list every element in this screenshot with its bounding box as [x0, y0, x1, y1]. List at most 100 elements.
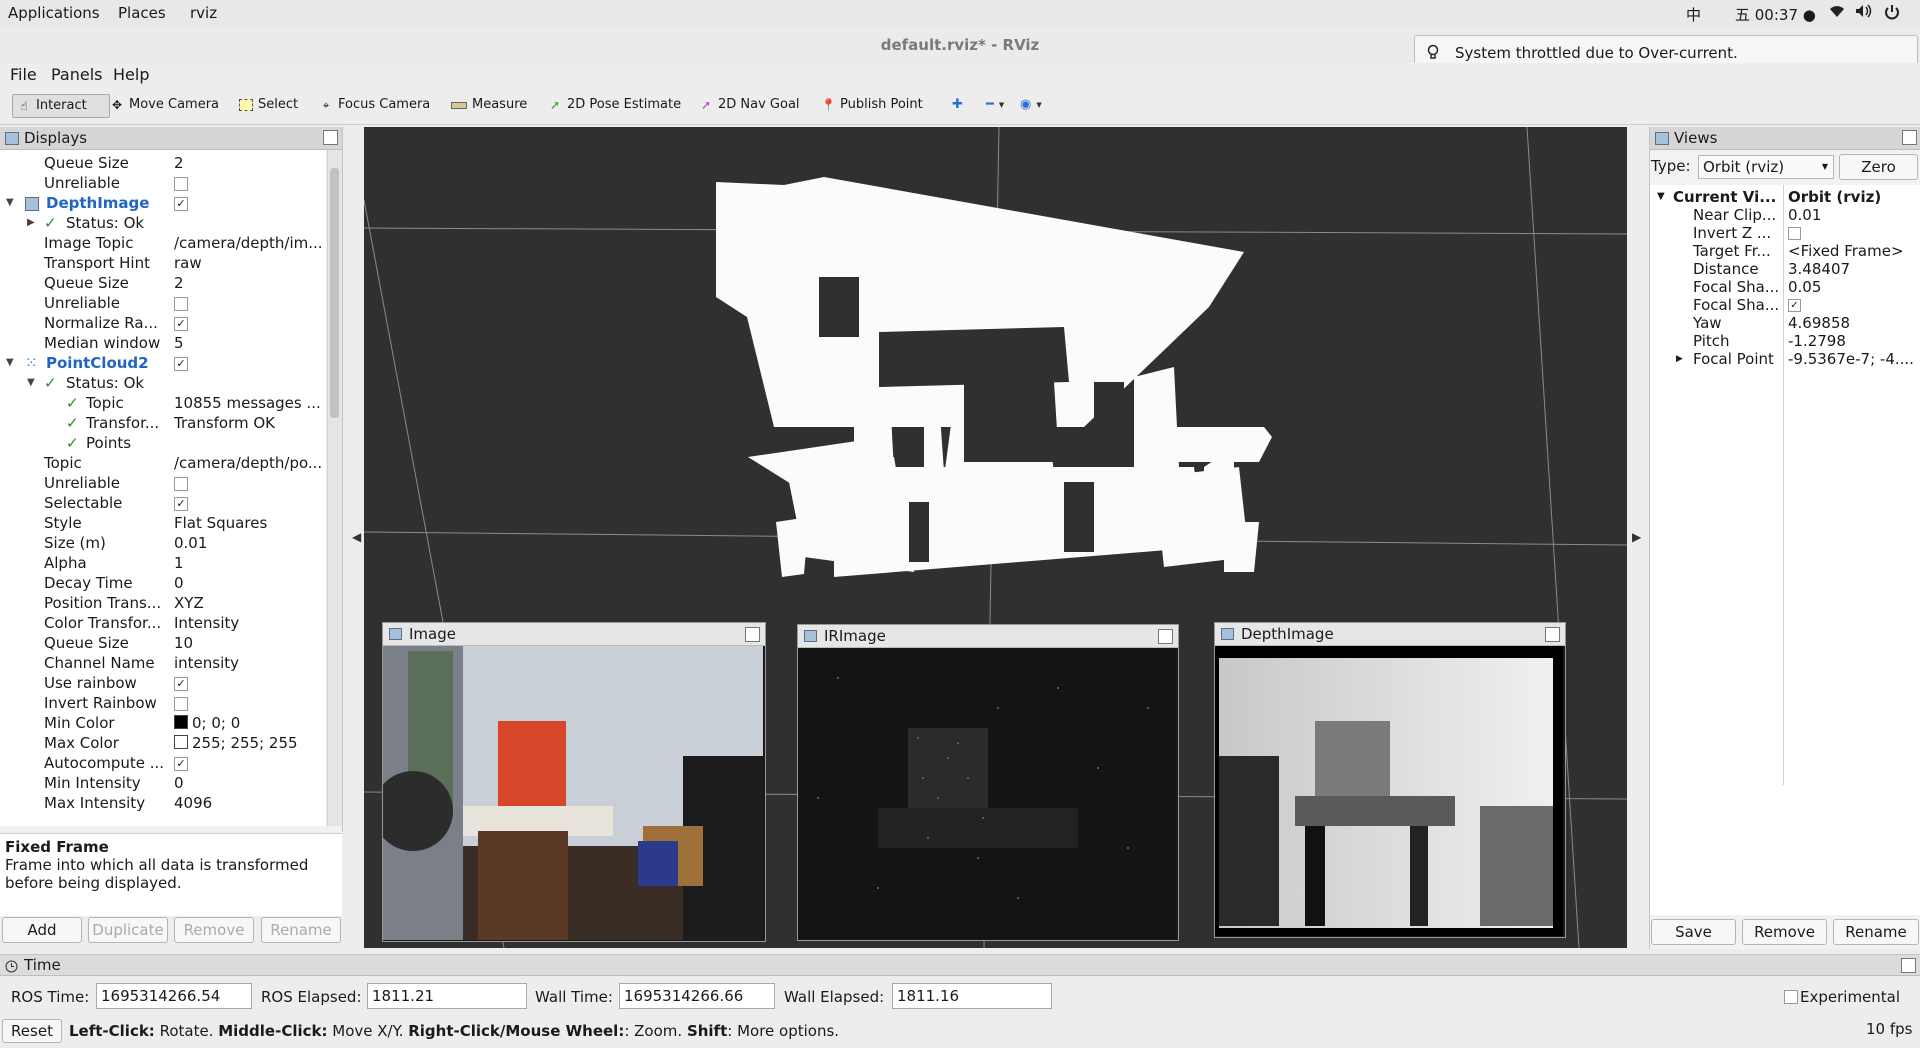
rename-display-button[interactable]: Rename	[261, 917, 341, 943]
focal-shape-checkbox[interactable]: ✓	[1788, 299, 1801, 312]
image-subwindow[interactable]: Image	[382, 622, 766, 942]
tree-row[interactable]: ▶ ✓ Status: Ok	[0, 213, 326, 233]
tree-row[interactable]: Pitch -1.2798	[1650, 332, 1920, 350]
tree-row[interactable]: ✓ Points	[0, 433, 326, 453]
tree-row[interactable]: Unreliable	[0, 473, 326, 493]
volume-icon[interactable]	[1855, 4, 1873, 22]
tree-row[interactable]: Normalize Ra... ✓	[0, 313, 326, 333]
tree-row[interactable]: Near Clip... 0.01	[1650, 206, 1920, 224]
rviz-app-menu[interactable]: rviz	[190, 4, 217, 22]
tree-row[interactable]: Max Intensity 4096	[0, 793, 326, 813]
tree-row[interactable]: ▶ Focal Point -9.5367e-7; -4....	[1650, 350, 1920, 368]
collapse-left-arrow-icon[interactable]: ◀	[352, 530, 361, 544]
reset-button[interactable]: Reset	[2, 1019, 62, 1043]
move-camera-tool[interactable]: ✥ Move Camera	[106, 94, 223, 116]
rename-view-button[interactable]: Rename	[1833, 919, 1919, 945]
tree-row[interactable]: Invert Z ...	[1650, 224, 1920, 242]
depthimage-subwindow[interactable]: DepthImage	[1214, 622, 1566, 938]
subwindow-checkbox[interactable]	[1158, 629, 1173, 644]
nav-goal-tool[interactable]: ➚ 2D Nav Goal	[695, 94, 804, 116]
tree-row[interactable]: Distance 3.48407	[1650, 260, 1920, 278]
tree-row[interactable]: ✓ Transfor... Transform OK	[0, 413, 326, 433]
tree-row[interactable]: Unreliable	[0, 173, 326, 193]
wifi-icon[interactable]	[1829, 4, 1845, 22]
collapse-arrow-icon[interactable]: ▼	[6, 353, 14, 373]
tree-row[interactable]: Unreliable	[0, 293, 326, 313]
normalize-range-checkbox[interactable]: ✓	[174, 317, 188, 331]
tree-row[interactable]: Color Transfor... Intensity	[0, 613, 326, 633]
wall-elapsed-field[interactable]: 1811.16	[892, 983, 1052, 1009]
remove-view-button[interactable]: Remove	[1742, 919, 1827, 945]
collapse-arrow-icon[interactable]: ▼	[1657, 188, 1665, 206]
collapse-arrow-icon[interactable]: ▼	[6, 193, 14, 213]
remove-display-button[interactable]: Remove	[174, 917, 254, 943]
tree-row[interactable]: Size (m) 0.01	[0, 533, 326, 553]
experimental-checkbox[interactable]	[1784, 990, 1798, 1004]
add-tool-button[interactable]: ✚	[948, 94, 967, 116]
invert-rainbow-checkbox[interactable]	[174, 697, 188, 711]
collapse-right-arrow-icon[interactable]: ▶	[1632, 530, 1641, 544]
save-view-button[interactable]: Save	[1651, 919, 1736, 945]
tree-row[interactable]: Channel Name intensity	[0, 653, 326, 673]
tree-row[interactable]: Min Color 0; 0; 0	[0, 713, 326, 733]
tree-row[interactable]: Yaw 4.69858	[1650, 314, 1920, 332]
places-menu[interactable]: Places	[118, 4, 166, 22]
irimage-subwindow[interactable]: IRImage	[797, 624, 1179, 941]
pose-estimate-tool[interactable]: ➚ 2D Pose Estimate	[544, 94, 685, 116]
selectable-checkbox[interactable]: ✓	[174, 497, 188, 511]
menu-help[interactable]: Help	[113, 65, 149, 84]
scrollbar-thumb[interactable]	[330, 168, 339, 418]
tree-row[interactable]: Focal Sha... ✓	[1650, 296, 1920, 314]
tree-row[interactable]: Target Fr... <Fixed Frame>	[1650, 242, 1920, 260]
panel-undock-checkbox[interactable]	[1901, 958, 1916, 973]
current-view-row[interactable]: ▼ Current Vi... Orbit (rviz)	[1650, 188, 1920, 206]
subwindow-checkbox[interactable]	[745, 627, 760, 642]
measure-tool[interactable]: Measure	[447, 94, 531, 116]
tree-row[interactable]: Queue Size 2	[0, 273, 326, 293]
use-rainbow-checkbox[interactable]: ✓	[174, 677, 188, 691]
collapse-arrow-icon[interactable]: ▼	[27, 373, 35, 393]
depthimage-enabled-checkbox[interactable]: ✓	[174, 197, 188, 211]
invert-z-checkbox[interactable]	[1788, 227, 1801, 240]
subwindow-checkbox[interactable]	[1545, 627, 1560, 642]
wall-time-field[interactable]: 1695314266.66	[619, 983, 775, 1009]
tree-row[interactable]: Autocompute ... ✓	[0, 753, 326, 773]
tree-row[interactable]: ▼ ✓ Status: Ok	[0, 373, 326, 393]
menu-panels[interactable]: Panels	[51, 65, 103, 84]
ros-elapsed-field[interactable]: 1811.21	[367, 983, 527, 1009]
tree-row[interactable]: Position Trans... XYZ	[0, 593, 326, 613]
panel-undock-checkbox[interactable]	[323, 130, 338, 145]
display-pointcloud2[interactable]: ▼ ⁙ PointCloud2 ✓	[0, 353, 326, 373]
tree-row[interactable]: Alpha 1	[0, 553, 326, 573]
tree-row[interactable]: Image Topic/camera/depth/im...	[0, 233, 326, 253]
view-type-select[interactable]: Orbit (rviz) ▼	[1698, 155, 1834, 179]
tree-row[interactable]: Use rainbow ✓	[0, 673, 326, 693]
displays-scrollbar[interactable]	[327, 150, 342, 826]
applications-menu[interactable]: Applications	[8, 4, 100, 22]
add-display-button[interactable]: Add	[2, 917, 82, 943]
power-icon[interactable]	[1884, 4, 1900, 24]
tree-row[interactable]: Max Color 255; 255; 255	[0, 733, 326, 753]
tool-properties-button[interactable]: ◉ ▼	[1016, 94, 1046, 116]
tree-row[interactable]: Invert Rainbow	[0, 693, 326, 713]
tree-row[interactable]: Focal Sha... 0.05	[1650, 278, 1920, 296]
pointcloud2-enabled-checkbox[interactable]: ✓	[174, 357, 188, 371]
focus-camera-tool[interactable]: ⌖ Focus Camera	[315, 94, 434, 116]
unreliable-checkbox[interactable]	[174, 297, 188, 311]
tree-row[interactable]: Selectable ✓	[0, 493, 326, 513]
expand-arrow-icon[interactable]: ▶	[1676, 350, 1683, 368]
remove-tool-button[interactable]: ━ ▼	[982, 94, 1008, 116]
clock[interactable]: 五 00:37 ●	[1735, 4, 1816, 25]
render-viewport[interactable]: Image IRImage DepthImage	[364, 127, 1627, 948]
tree-row[interactable]: Transport Hint raw	[0, 253, 326, 273]
tree-row[interactable]: Decay Time 0	[0, 573, 326, 593]
unreliable-checkbox[interactable]	[174, 477, 188, 491]
interact-tool[interactable]: ☝ Interact	[12, 94, 110, 118]
menu-file[interactable]: File	[10, 65, 37, 84]
unreliable-checkbox[interactable]	[174, 177, 188, 191]
zero-button[interactable]: Zero	[1839, 154, 1918, 180]
tree-row[interactable]: Style Flat Squares	[0, 513, 326, 533]
publish-point-tool[interactable]: 📍 Publish Point	[817, 94, 927, 116]
tree-row[interactable]: Topic/camera/depth/po...	[0, 453, 326, 473]
tree-row[interactable]: Queue Size 2	[0, 153, 326, 173]
